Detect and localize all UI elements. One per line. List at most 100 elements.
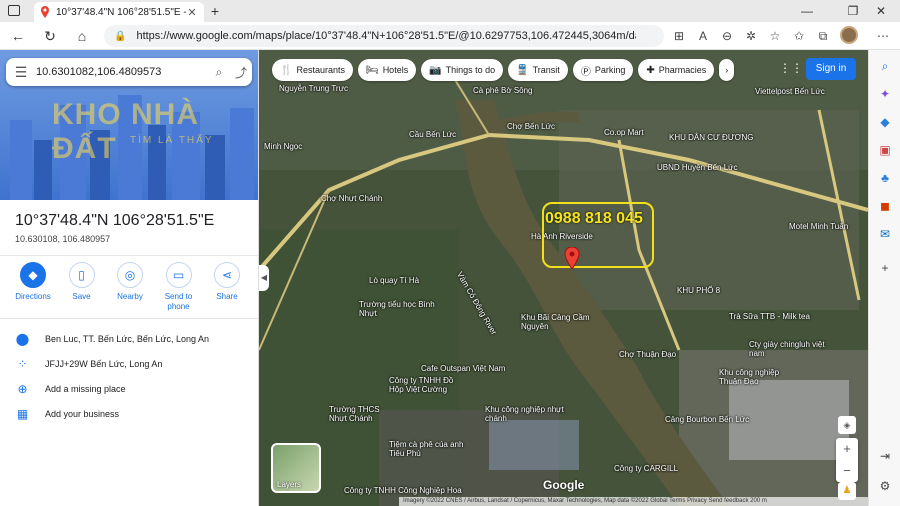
map-label[interactable]: Chợ Thuận Đạo bbox=[619, 350, 676, 359]
collapse-panel-button[interactable]: ◀ bbox=[259, 265, 269, 291]
location-marker-icon[interactable] bbox=[564, 247, 580, 269]
map-label[interactable]: Cầu Bến Lức bbox=[409, 130, 456, 139]
more-icon[interactable]: ⋯ bbox=[874, 27, 892, 45]
map-label[interactable]: Viettelpost Bến Lức bbox=[755, 87, 825, 96]
transit-chip[interactable]: 🚆 Transit bbox=[508, 59, 568, 81]
compass-icon[interactable]: ◈ bbox=[838, 416, 856, 434]
map-label[interactable]: Trường tiểu học Bình Nhựt bbox=[359, 300, 439, 318]
map-label[interactable]: Co.op Mart bbox=[604, 128, 644, 137]
favorite-icon[interactable]: ☆ bbox=[766, 27, 784, 45]
map-label[interactable]: Trà Sữa TTB - Milk tea bbox=[729, 312, 810, 321]
map-attribution[interactable]: Imagery ©2022 CNES / Airbus, Landsat / C… bbox=[399, 497, 868, 506]
read-aloud-icon[interactable]: A bbox=[694, 27, 712, 45]
share-button[interactable]: ⋖ Share bbox=[204, 262, 250, 312]
add-missing-place-text: Add a missing place bbox=[45, 384, 126, 394]
collections-icon[interactable]: ⧉ bbox=[814, 27, 832, 45]
tools-icon[interactable]: ▣ bbox=[877, 142, 893, 158]
layers-label: Layers bbox=[277, 480, 302, 489]
restaurants-chip[interactable]: 🍴 Restaurants bbox=[272, 59, 353, 81]
map-label[interactable]: Nguyễn Trung Trực bbox=[279, 84, 348, 93]
directions-button[interactable]: ◆ Directions bbox=[10, 262, 56, 312]
settings-gear-icon[interactable]: ⚙ bbox=[877, 478, 893, 494]
reload-icon[interactable]: ↻ bbox=[40, 26, 60, 46]
outlook-icon[interactable]: ✉ bbox=[877, 226, 893, 242]
search-box[interactable]: ☰ 10.6301082,106.4809573 ⌕ ⤴ bbox=[6, 58, 252, 86]
add-place-icon: ⊕ bbox=[17, 382, 28, 396]
extension-icon[interactable]: ✲ bbox=[742, 27, 760, 45]
map-label[interactable]: Lò quay Tí Hà bbox=[369, 276, 419, 285]
parking-chip[interactable]: Ⓟ Parking bbox=[572, 59, 634, 81]
send-to-phone-button[interactable]: ▭ Send to phone bbox=[156, 262, 202, 312]
games-icon[interactable]: ♣ bbox=[877, 170, 893, 186]
map-label[interactable]: Cảng Bourbon Bến Lức bbox=[665, 415, 749, 424]
map-label[interactable]: Minh Ngọc bbox=[264, 142, 302, 151]
map-label[interactable]: Motel Minh Tuấn bbox=[789, 222, 848, 231]
hotels-chip[interactable]: 🛏 Hotels bbox=[357, 59, 417, 81]
chips-next-button[interactable]: › bbox=[719, 59, 735, 81]
favorites-icon[interactable]: ✩ bbox=[790, 27, 808, 45]
map-label[interactable]: Công ty CARGILL bbox=[614, 464, 678, 473]
search-input[interactable]: 10.6301082,106.4809573 bbox=[36, 66, 208, 78]
app-available-icon[interactable]: ⊞ bbox=[670, 27, 688, 45]
map-label[interactable]: Công ty TNHH Công Nghiệp Hoa bbox=[344, 486, 462, 495]
search-icon[interactable]: ⌕ bbox=[877, 58, 893, 74]
zoom-out-button[interactable]: − bbox=[836, 460, 858, 482]
home-icon[interactable]: ⌂ bbox=[72, 26, 92, 46]
back-icon[interactable]: ← bbox=[8, 26, 28, 46]
sidebar-toggle-icon[interactable]: ⇥ bbox=[877, 448, 893, 464]
browser-title-bar: 10°37'48.4"N 106°28'51.5"E - Go ✕ + — ❐ … bbox=[0, 0, 900, 22]
things-to-do-chip[interactable]: 📷 Things to do bbox=[421, 59, 504, 81]
directions-icon[interactable]: ⤴ bbox=[230, 64, 252, 81]
apps-grid-icon[interactable]: ⋮⋮ bbox=[779, 61, 803, 77]
add-missing-place-row[interactable]: ⊕ Add a missing place bbox=[0, 377, 258, 401]
address-bar[interactable]: 🔒 https://www.google.com/maps/place/10°3… bbox=[104, 25, 664, 47]
map-label[interactable]: KHU DÂN CƯ ĐƯƠNG bbox=[669, 133, 754, 142]
add-business-row[interactable]: ▦ Add your business bbox=[0, 402, 258, 426]
map-label[interactable]: Cty giày chingluh việt nam bbox=[749, 340, 829, 358]
plus-code-row[interactable]: ⁘ JFJJ+29W Bến Lức, Long An bbox=[0, 352, 258, 376]
url-text[interactable]: https://www.google.com/maps/place/10°37'… bbox=[136, 30, 636, 42]
map-label[interactable]: UBND Huyện Bến Lức bbox=[657, 163, 738, 172]
minimize-icon[interactable]: — bbox=[784, 0, 830, 22]
save-button[interactable]: ▯ Save bbox=[59, 262, 105, 312]
share-label: Share bbox=[216, 292, 238, 301]
map-label[interactable]: Tiệm cà phê cúa anh Tiêu Phú bbox=[389, 440, 469, 458]
close-tab-icon[interactable]: ✕ bbox=[186, 6, 198, 19]
map-label[interactable]: Trường THCS Nhựt Chánh bbox=[329, 405, 389, 423]
map-label[interactable]: Cà phê Bờ Sông bbox=[473, 86, 533, 95]
menu-icon[interactable]: ☰ bbox=[6, 64, 36, 81]
map-label[interactable]: Cafe Outspan Việt Nam bbox=[421, 364, 505, 373]
satellite-map[interactable]: 🍴 Restaurants 🛏 Hotels 📷 Things to do 🚆 Tran… bbox=[259, 50, 868, 506]
bookmark-icon: ▯ bbox=[68, 262, 95, 288]
office-icon[interactable]: ◼ bbox=[877, 198, 893, 214]
profile-avatar[interactable] bbox=[840, 26, 858, 44]
map-label[interactable]: KHU PHỐ 8 bbox=[677, 286, 720, 295]
copilot-icon[interactable]: ✦ bbox=[877, 86, 893, 102]
phone-number-overlay: 0988 818 045 bbox=[545, 210, 643, 227]
chip-label: Parking bbox=[594, 65, 626, 75]
shopping-tag-icon[interactable]: ◆ bbox=[877, 114, 893, 130]
window-menu-icon[interactable] bbox=[8, 5, 20, 16]
map-label[interactable]: Chợ Bến Lức bbox=[507, 122, 555, 131]
map-label[interactable]: Chợ Nhựt Chánh bbox=[321, 194, 382, 203]
layers-button[interactable]: Layers bbox=[271, 443, 321, 493]
pharmacies-chip[interactable]: ✚ Pharmacies bbox=[638, 59, 715, 81]
address-text: Ben Luc, TT. Bến Lức, Bến Lức, Long An bbox=[45, 334, 209, 344]
sign-in-button[interactable]: Sign in bbox=[806, 58, 856, 80]
map-label[interactable]: Khu Bãi Cảng Cầm Nguyên bbox=[521, 313, 591, 331]
browser-tab[interactable]: 10°37'48.4"N 106°28'51.5"E - Go ✕ bbox=[34, 2, 204, 22]
new-tab-icon[interactable]: + bbox=[207, 3, 223, 19]
map-label[interactable]: Khu công nghiệp Thuận Đạo bbox=[719, 368, 799, 386]
add-icon[interactable]: + bbox=[877, 260, 893, 276]
lock-icon[interactable]: 🔒 bbox=[114, 31, 126, 42]
search-icon[interactable]: ⌕ bbox=[208, 65, 230, 80]
close-window-icon[interactable]: ✕ bbox=[862, 0, 900, 22]
phone-icon: ▭ bbox=[165, 262, 192, 288]
chevron-right-icon: › bbox=[725, 65, 729, 75]
zoom-icon[interactable]: ⊖ bbox=[718, 27, 736, 45]
zoom-in-button[interactable]: + bbox=[836, 438, 858, 460]
address-row[interactable]: ⬤ Ben Luc, TT. Bến Lức, Bến Lức, Long An bbox=[0, 327, 258, 351]
map-label[interactable]: Khu công nghiệp nhựt chánh bbox=[485, 405, 565, 423]
map-label[interactable]: Công ty TNHH Đồ Hộp Việt Cường bbox=[389, 376, 469, 394]
nearby-button[interactable]: ◎ Nearby bbox=[107, 262, 153, 312]
